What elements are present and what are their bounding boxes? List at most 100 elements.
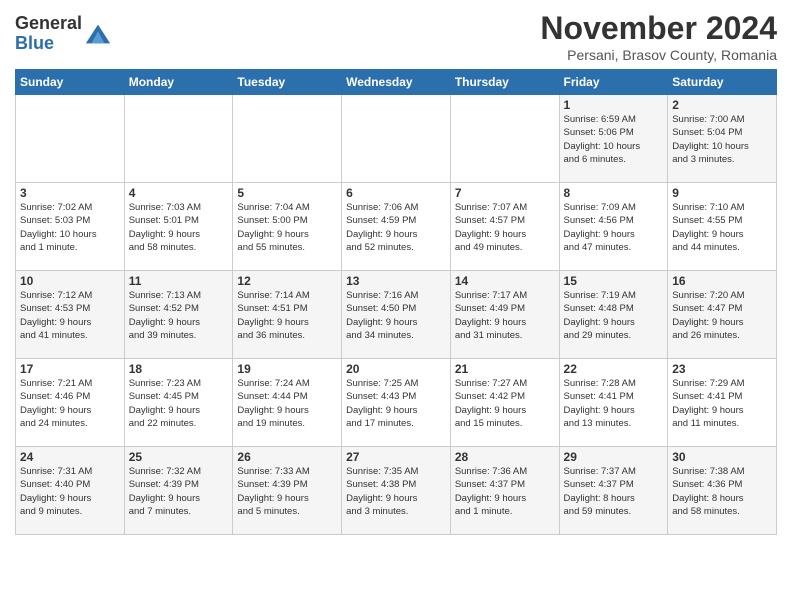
day-info: Sunrise: 7:23 AM Sunset: 4:45 PM Dayligh… (129, 377, 229, 430)
day-info: Sunrise: 7:09 AM Sunset: 4:56 PM Dayligh… (564, 201, 664, 254)
calendar-day-cell: 27Sunrise: 7:35 AM Sunset: 4:38 PM Dayli… (342, 447, 451, 535)
day-number: 29 (564, 450, 664, 464)
logo: General Blue (15, 14, 112, 54)
calendar-day-cell: 22Sunrise: 7:28 AM Sunset: 4:41 PM Dayli… (559, 359, 668, 447)
calendar-day-cell: 4Sunrise: 7:03 AM Sunset: 5:01 PM Daylig… (124, 183, 233, 271)
day-number: 25 (129, 450, 229, 464)
day-number: 21 (455, 362, 555, 376)
month-title: November 2024 (540, 10, 777, 47)
day-info: Sunrise: 7:28 AM Sunset: 4:41 PM Dayligh… (564, 377, 664, 430)
day-number: 27 (346, 450, 446, 464)
calendar-day-header: Thursday (450, 70, 559, 95)
calendar-day-cell: 20Sunrise: 7:25 AM Sunset: 4:43 PM Dayli… (342, 359, 451, 447)
day-info: Sunrise: 7:21 AM Sunset: 4:46 PM Dayligh… (20, 377, 120, 430)
calendar-day-cell: 21Sunrise: 7:27 AM Sunset: 4:42 PM Dayli… (450, 359, 559, 447)
calendar-day-cell: 30Sunrise: 7:38 AM Sunset: 4:36 PM Dayli… (668, 447, 777, 535)
calendar-day-cell: 17Sunrise: 7:21 AM Sunset: 4:46 PM Dayli… (16, 359, 125, 447)
day-info: Sunrise: 7:33 AM Sunset: 4:39 PM Dayligh… (237, 465, 337, 518)
day-number: 8 (564, 186, 664, 200)
day-info: Sunrise: 7:16 AM Sunset: 4:50 PM Dayligh… (346, 289, 446, 342)
calendar-week-row: 10Sunrise: 7:12 AM Sunset: 4:53 PM Dayli… (16, 271, 777, 359)
day-number: 28 (455, 450, 555, 464)
calendar-day-cell: 3Sunrise: 7:02 AM Sunset: 5:03 PM Daylig… (16, 183, 125, 271)
calendar-week-row: 1Sunrise: 6:59 AM Sunset: 5:06 PM Daylig… (16, 95, 777, 183)
calendar-week-row: 3Sunrise: 7:02 AM Sunset: 5:03 PM Daylig… (16, 183, 777, 271)
day-number: 11 (129, 274, 229, 288)
day-number: 26 (237, 450, 337, 464)
calendar-day-cell: 11Sunrise: 7:13 AM Sunset: 4:52 PM Dayli… (124, 271, 233, 359)
calendar-day-cell: 15Sunrise: 7:19 AM Sunset: 4:48 PM Dayli… (559, 271, 668, 359)
day-number: 24 (20, 450, 120, 464)
day-info: Sunrise: 7:02 AM Sunset: 5:03 PM Dayligh… (20, 201, 120, 254)
day-number: 2 (672, 98, 772, 112)
title-block: November 2024 Persani, Brasov County, Ro… (540, 10, 777, 63)
calendar-day-cell: 7Sunrise: 7:07 AM Sunset: 4:57 PM Daylig… (450, 183, 559, 271)
logo-blue: Blue (15, 33, 54, 53)
day-number: 12 (237, 274, 337, 288)
calendar-day-header: Sunday (16, 70, 125, 95)
day-info: Sunrise: 7:10 AM Sunset: 4:55 PM Dayligh… (672, 201, 772, 254)
day-number: 20 (346, 362, 446, 376)
calendar-day-cell: 5Sunrise: 7:04 AM Sunset: 5:00 PM Daylig… (233, 183, 342, 271)
day-number: 18 (129, 362, 229, 376)
day-info: Sunrise: 7:31 AM Sunset: 4:40 PM Dayligh… (20, 465, 120, 518)
day-number: 5 (237, 186, 337, 200)
calendar-day-cell (233, 95, 342, 183)
day-number: 3 (20, 186, 120, 200)
day-number: 16 (672, 274, 772, 288)
day-info: Sunrise: 7:32 AM Sunset: 4:39 PM Dayligh… (129, 465, 229, 518)
calendar-day-cell: 23Sunrise: 7:29 AM Sunset: 4:41 PM Dayli… (668, 359, 777, 447)
day-info: Sunrise: 7:12 AM Sunset: 4:53 PM Dayligh… (20, 289, 120, 342)
calendar-day-cell: 14Sunrise: 7:17 AM Sunset: 4:49 PM Dayli… (450, 271, 559, 359)
calendar-day-cell: 29Sunrise: 7:37 AM Sunset: 4:37 PM Dayli… (559, 447, 668, 535)
logo-icon (84, 20, 112, 48)
day-info: Sunrise: 7:07 AM Sunset: 4:57 PM Dayligh… (455, 201, 555, 254)
calendar-day-header: Monday (124, 70, 233, 95)
calendar-day-cell (450, 95, 559, 183)
calendar-day-header: Saturday (668, 70, 777, 95)
calendar-day-cell: 6Sunrise: 7:06 AM Sunset: 4:59 PM Daylig… (342, 183, 451, 271)
day-number: 23 (672, 362, 772, 376)
calendar-day-cell: 26Sunrise: 7:33 AM Sunset: 4:39 PM Dayli… (233, 447, 342, 535)
location: Persani, Brasov County, Romania (540, 47, 777, 63)
page-container: General Blue November 2024 Persani, Bras… (0, 0, 792, 540)
calendar-table: SundayMondayTuesdayWednesdayThursdayFrid… (15, 69, 777, 535)
day-number: 15 (564, 274, 664, 288)
day-info: Sunrise: 7:38 AM Sunset: 4:36 PM Dayligh… (672, 465, 772, 518)
day-info: Sunrise: 7:35 AM Sunset: 4:38 PM Dayligh… (346, 465, 446, 518)
day-info: Sunrise: 7:14 AM Sunset: 4:51 PM Dayligh… (237, 289, 337, 342)
calendar-day-header: Tuesday (233, 70, 342, 95)
day-number: 10 (20, 274, 120, 288)
day-number: 6 (346, 186, 446, 200)
day-number: 19 (237, 362, 337, 376)
calendar-header-row: SundayMondayTuesdayWednesdayThursdayFrid… (16, 70, 777, 95)
day-number: 7 (455, 186, 555, 200)
calendar-day-header: Wednesday (342, 70, 451, 95)
day-number: 22 (564, 362, 664, 376)
calendar-day-cell: 16Sunrise: 7:20 AM Sunset: 4:47 PM Dayli… (668, 271, 777, 359)
day-info: Sunrise: 6:59 AM Sunset: 5:06 PM Dayligh… (564, 113, 664, 166)
day-number: 30 (672, 450, 772, 464)
calendar-day-cell: 9Sunrise: 7:10 AM Sunset: 4:55 PM Daylig… (668, 183, 777, 271)
day-info: Sunrise: 7:37 AM Sunset: 4:37 PM Dayligh… (564, 465, 664, 518)
calendar-day-cell (342, 95, 451, 183)
calendar-day-cell: 10Sunrise: 7:12 AM Sunset: 4:53 PM Dayli… (16, 271, 125, 359)
calendar-day-cell: 24Sunrise: 7:31 AM Sunset: 4:40 PM Dayli… (16, 447, 125, 535)
day-number: 9 (672, 186, 772, 200)
day-number: 1 (564, 98, 664, 112)
day-number: 13 (346, 274, 446, 288)
calendar-week-row: 24Sunrise: 7:31 AM Sunset: 4:40 PM Dayli… (16, 447, 777, 535)
day-info: Sunrise: 7:06 AM Sunset: 4:59 PM Dayligh… (346, 201, 446, 254)
calendar-day-cell: 12Sunrise: 7:14 AM Sunset: 4:51 PM Dayli… (233, 271, 342, 359)
logo-text: General Blue (15, 14, 82, 54)
day-info: Sunrise: 7:27 AM Sunset: 4:42 PM Dayligh… (455, 377, 555, 430)
day-info: Sunrise: 7:20 AM Sunset: 4:47 PM Dayligh… (672, 289, 772, 342)
day-number: 4 (129, 186, 229, 200)
day-info: Sunrise: 7:25 AM Sunset: 4:43 PM Dayligh… (346, 377, 446, 430)
calendar-day-cell: 13Sunrise: 7:16 AM Sunset: 4:50 PM Dayli… (342, 271, 451, 359)
day-info: Sunrise: 7:29 AM Sunset: 4:41 PM Dayligh… (672, 377, 772, 430)
day-info: Sunrise: 7:04 AM Sunset: 5:00 PM Dayligh… (237, 201, 337, 254)
calendar-day-cell: 1Sunrise: 6:59 AM Sunset: 5:06 PM Daylig… (559, 95, 668, 183)
day-info: Sunrise: 7:00 AM Sunset: 5:04 PM Dayligh… (672, 113, 772, 166)
day-number: 17 (20, 362, 120, 376)
